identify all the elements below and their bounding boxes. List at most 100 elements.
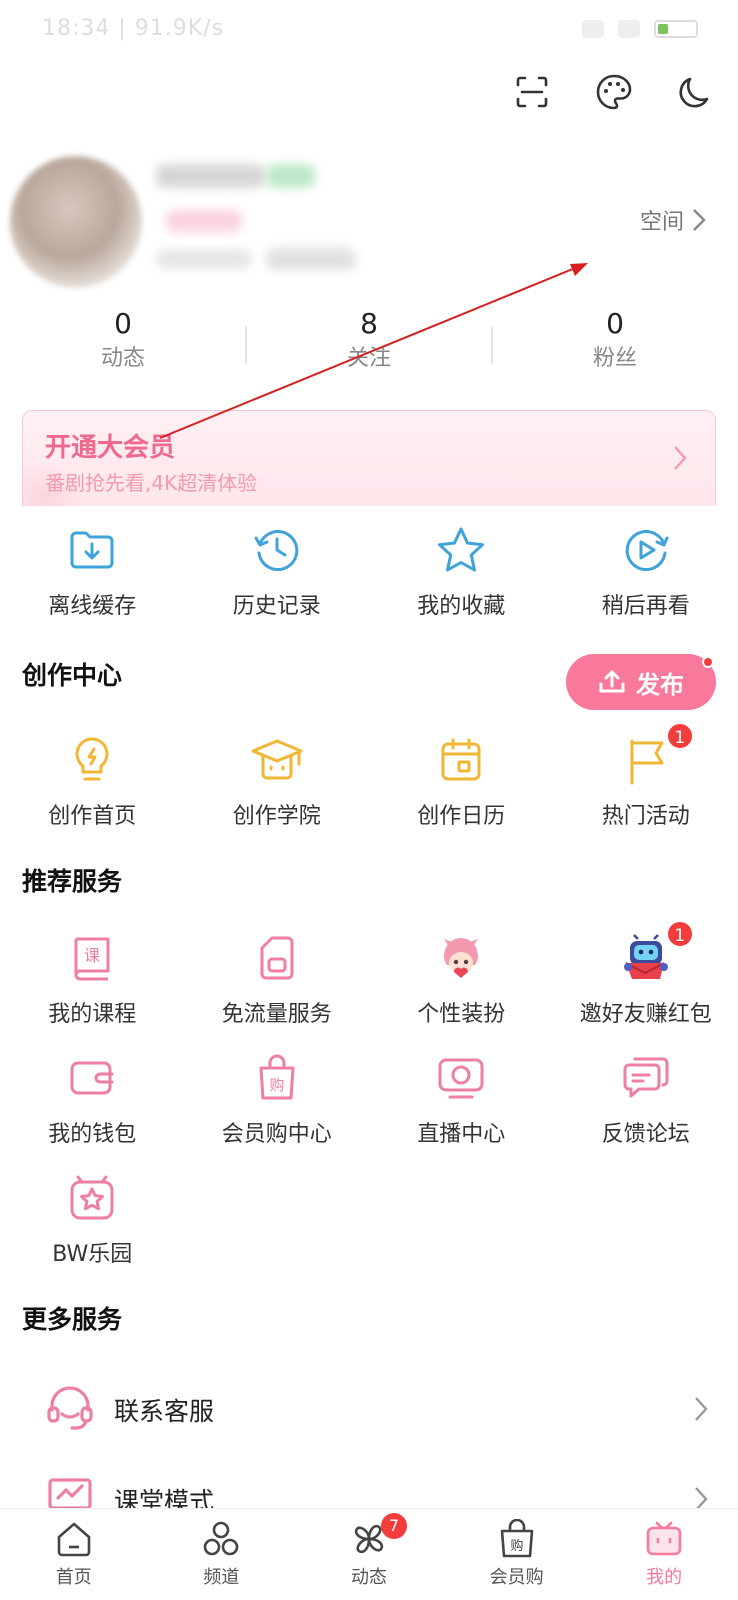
grid-label: 创作首页	[48, 804, 137, 829]
section-title-more: 更多服务	[22, 1305, 123, 1334]
tab-channel[interactable]: 频道	[148, 1509, 296, 1600]
tab-home[interactable]: 首页	[0, 1509, 148, 1600]
pinwheel-icon: 7	[349, 1513, 407, 1559]
scan-icon[interactable]	[510, 70, 554, 114]
wifi-icon	[618, 20, 640, 38]
contact-support-row[interactable]: 联系客服	[0, 1364, 738, 1454]
invite-friends-button[interactable]: 1 邀好友赚红包	[554, 920, 738, 1028]
star-icon	[433, 522, 489, 578]
stats-row: 0 动态 8 关注 0 粉丝	[0, 306, 738, 386]
grid-label: 直播中心	[417, 1122, 506, 1147]
history-icon	[249, 522, 305, 578]
palette-icon[interactable]	[592, 70, 636, 114]
level-badge-blurred	[266, 164, 316, 188]
creation-calendar-button[interactable]: 创作日历	[369, 732, 554, 830]
status-bar: 18:34 | 91.9K/s	[0, 0, 738, 62]
channel-icon	[204, 1521, 239, 1556]
red-envelope-robot-icon: 1	[618, 920, 694, 986]
vip-subtitle: 番剧抢先看,4K超清体验	[45, 471, 258, 495]
vip-banner[interactable]: 开通大会员 番剧抢先看,4K超清体验	[22, 410, 716, 508]
recommend-grid-row1: 课 我的课程 免流量服务 个性装扮 1 邀好友赚红包	[0, 920, 738, 1028]
stat-label: 关注	[346, 346, 391, 371]
notification-dot	[702, 656, 714, 668]
grid-label: 会员购中心	[221, 1122, 332, 1147]
avatar[interactable]	[10, 156, 142, 288]
svg-text:购: 购	[510, 1538, 523, 1554]
header-actions	[510, 70, 718, 114]
stat-value: 0	[114, 307, 132, 340]
home-icon	[57, 1522, 91, 1557]
headset-icon	[46, 1384, 94, 1432]
profile-header[interactable]: 空间	[0, 150, 738, 300]
feedback-chat-icon	[618, 1050, 674, 1106]
signal-icon	[582, 20, 604, 38]
stat-label: 粉丝	[592, 346, 637, 371]
list-label: 联系客服	[114, 1397, 215, 1426]
grid-label: BW乐园	[52, 1242, 133, 1267]
costume-button[interactable]: 个性装扮	[369, 930, 554, 1028]
coin-info-blurred	[156, 250, 252, 268]
space-link[interactable]: 空间	[640, 204, 706, 236]
shop-bag-icon: 购	[500, 1519, 533, 1558]
chevron-right-icon	[695, 1397, 708, 1421]
vip-title: 开通大会员	[45, 433, 176, 463]
tv-mine-icon	[646, 1521, 682, 1556]
chevron-right-icon	[693, 209, 706, 231]
grid-label: 个性装扮	[417, 1002, 506, 1027]
badge: 1	[665, 920, 694, 948]
creation-academy-button[interactable]: 创作学院	[185, 732, 370, 830]
tab-label: 频道	[203, 1567, 240, 1588]
avatar-costume-icon	[433, 930, 489, 986]
quick-actions: 离线缓存 历史记录 我的收藏 稍后再看	[0, 522, 738, 620]
status-time: 18:34 | 91.9K/s	[42, 16, 225, 41]
my-courses-button[interactable]: 课 我的课程	[0, 930, 185, 1028]
download-folder-icon	[64, 522, 120, 578]
wallet-icon	[64, 1050, 120, 1106]
free-data-button[interactable]: 免流量服务	[185, 930, 370, 1028]
stat-value: 8	[360, 307, 378, 340]
offline-cache-button[interactable]: 离线缓存	[0, 522, 185, 620]
mall-center-button[interactable]: 购 会员购中心	[185, 1050, 370, 1148]
sim-card-icon	[249, 930, 305, 986]
grid-label: 创作日历	[417, 804, 506, 829]
tab-mall[interactable]: 购 会员购	[443, 1509, 591, 1600]
section-title-creation: 创作中心	[22, 661, 123, 690]
publish-button[interactable]: 发布	[566, 654, 716, 710]
stat-fans[interactable]: 0 粉丝	[492, 306, 738, 386]
wallet-button[interactable]: 我的钱包	[0, 1050, 185, 1148]
watch-later-icon	[618, 522, 674, 578]
status-icons	[582, 20, 698, 38]
battery-icon	[654, 20, 698, 38]
course-book-icon: 课	[64, 930, 120, 986]
graduation-cap-icon	[249, 732, 305, 788]
bottom-tab-bar: 首页 频道 7 动态 购 会员购 我的	[0, 1508, 738, 1600]
grid-label: 稍后再看	[601, 594, 690, 619]
tab-label: 会员购	[489, 1567, 544, 1588]
stat-value: 0	[606, 307, 624, 340]
favorites-button[interactable]: 我的收藏	[369, 522, 554, 620]
recommend-grid-row2: 我的钱包 购 会员购中心 直播中心 反馈论坛	[0, 1050, 738, 1148]
badge: 1	[665, 722, 694, 750]
watch-later-button[interactable]: 稍后再看	[554, 522, 738, 620]
stat-dynamic[interactable]: 0 动态	[0, 306, 246, 386]
svg-text:课: 课	[84, 946, 100, 965]
grid-label: 历史记录	[232, 594, 321, 619]
history-button[interactable]: 历史记录	[185, 522, 370, 620]
tab-dynamic[interactable]: 7 动态	[295, 1509, 443, 1600]
feedback-forum-button[interactable]: 反馈论坛	[554, 1050, 738, 1148]
creation-grid: 创作首页 创作学院 创作日历 1 热门活动	[0, 722, 738, 830]
bw-park-button[interactable]: BW乐园	[0, 1170, 185, 1268]
grid-label: 我的收藏	[417, 594, 506, 619]
creation-home-button[interactable]: 创作首页	[0, 732, 185, 830]
flag-icon: 1	[618, 722, 694, 788]
coin-info2-blurred	[266, 248, 356, 270]
upload-icon	[599, 670, 625, 693]
hot-events-button[interactable]: 1 热门活动	[554, 722, 738, 830]
stat-following[interactable]: 8 关注	[246, 306, 492, 386]
main-card: 离线缓存 历史记录 我的收藏 稍后再看 创作中心 发布 创作首页 创作学院 创作…	[0, 506, 738, 1516]
live-center-button[interactable]: 直播中心	[369, 1050, 554, 1148]
calendar-icon	[433, 732, 489, 788]
moon-icon[interactable]	[674, 70, 718, 114]
tab-mine[interactable]: 我的	[590, 1509, 738, 1600]
section-title-recommend: 推荐服务	[22, 867, 123, 896]
